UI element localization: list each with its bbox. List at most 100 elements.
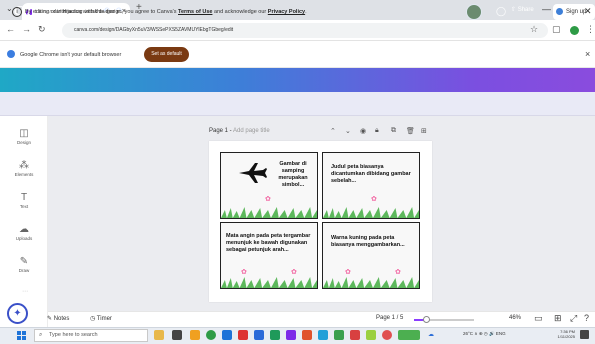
privacy-policy-link[interactable]: Privacy Policy: [268, 9, 305, 15]
flower-icon: ✿: [345, 269, 351, 276]
terms-notice-bar: [0, 92, 595, 116]
browser-menu-icon[interactable]: ⋮: [586, 24, 595, 35]
app-icon[interactable]: [350, 330, 360, 340]
sidebar-item-label: Text: [19, 204, 29, 209]
sidebar-item-design[interactable]: ◫ Design: [0, 128, 48, 145]
flashcard-2-text: Judul peta biasanya dicantumkan dibidang…: [331, 164, 411, 184]
timer-label: Timer: [96, 316, 112, 322]
minimize-icon[interactable]: —: [542, 4, 551, 14]
app-icon[interactable]: [366, 330, 376, 340]
elements-icon: ⁂: [19, 160, 29, 171]
flashcard-1-text: Gambar di samping merupakan simbol...: [278, 161, 308, 188]
page-indicator[interactable]: Page 1 / 5: [376, 315, 403, 321]
weather-icon[interactable]: ☁: [428, 331, 434, 338]
magic-icon: ✦: [13, 308, 22, 319]
terms-prefix: By editing or interacting with this desi…: [25, 9, 177, 15]
sidebar-item-text[interactable]: T Text: [0, 192, 48, 209]
notes-button[interactable]: ✎ Notes: [47, 315, 69, 322]
mail-icon[interactable]: [238, 330, 248, 340]
magic-help-button[interactable]: ✦: [7, 303, 28, 324]
flower-icon: ✿: [241, 269, 247, 276]
draw-icon: ✎: [19, 256, 29, 267]
excel-icon[interactable]: [270, 330, 280, 340]
comment-icon[interactable]: ◯: [496, 6, 506, 17]
flower-icon: ✿: [291, 269, 297, 276]
chrome-icon: [7, 50, 15, 58]
active-app-icon[interactable]: [398, 330, 420, 340]
page-title-placeholder: Add page title: [233, 128, 270, 134]
avatar[interactable]: [466, 4, 482, 20]
notes-label: Notes: [53, 316, 70, 322]
flashcard-1[interactable]: Gambar di samping merupakan simbol... ✿: [220, 152, 318, 219]
taskbar-search-placeholder: Type here to search: [49, 332, 98, 338]
flower-icon: ✿: [371, 196, 377, 203]
sidebar-item-uploads[interactable]: ☁ Uploads: [0, 224, 48, 241]
task-view-icon[interactable]: [172, 330, 182, 340]
terms-suffix: .: [305, 9, 307, 15]
grass-decoration-icon: [221, 207, 317, 218]
word-icon[interactable]: [254, 330, 264, 340]
set-as-default-button[interactable]: Set as default: [144, 47, 189, 62]
share-icon: ⇧: [511, 7, 518, 13]
search-icon: ⌕: [39, 332, 43, 338]
page-title[interactable]: Page 1 - Add page title: [209, 128, 270, 134]
flashcard-4[interactable]: Warna kuning pada peta biasanya menggamb…: [322, 222, 420, 289]
powerpoint-icon[interactable]: [302, 330, 312, 340]
windows-start-icon[interactable]: [17, 331, 26, 340]
bookmark-star-icon[interactable]: ☆: [530, 24, 538, 35]
duplicate-page-icon[interactable]: ⧉: [391, 127, 396, 135]
fullscreen-icon[interactable]: ⤢: [570, 313, 577, 324]
grass-decoration-icon: [323, 207, 419, 218]
reload-icon[interactable]: ↻: [38, 24, 46, 35]
hide-page-icon[interactable]: ◉: [360, 127, 366, 135]
taskbar-search-box[interactable]: ⌕ Type here to search: [34, 329, 148, 342]
screen: ⌄ Salinan dari Hijau dan kotak dengan e.…: [0, 0, 595, 344]
timer-icon: ◷: [90, 316, 97, 322]
explorer-icon[interactable]: [190, 330, 200, 340]
infobar-close-icon[interactable]: ×: [585, 49, 590, 59]
extensions-icon[interactable]: ▢: [552, 24, 561, 35]
sidebar-item-draw[interactable]: ✎ Draw: [0, 256, 48, 273]
spotify-icon[interactable]: [334, 330, 344, 340]
more-apps-icon[interactable]: ⋯: [22, 288, 28, 295]
terms-of-use-link[interactable]: Terms of Use: [178, 9, 212, 15]
taskbar-clock[interactable]: 7:36 PM 1/11/2025: [553, 329, 576, 339]
sidebar-item-label: Design: [16, 140, 31, 145]
chrome-taskbar-icon[interactable]: [206, 330, 216, 340]
flashcard-4-text: Warna kuning pada peta biasanya menggamb…: [331, 235, 405, 248]
pages-view-icon[interactable]: ▭: [534, 313, 543, 324]
canva-taskbar-icon[interactable]: [286, 330, 296, 340]
lock-page-icon[interactable]: 🔒︎: [375, 127, 379, 135]
delete-page-icon[interactable]: 🗑︎: [406, 127, 415, 135]
flashcard-3[interactable]: Mata angin pada peta tergambar menunjuk …: [220, 222, 318, 289]
profile-icon[interactable]: [570, 26, 579, 35]
sidebar-item-label: Elements: [14, 172, 34, 177]
zoom-level[interactable]: 46%: [509, 315, 521, 321]
edge-icon[interactable]: [222, 330, 232, 340]
terms-close-icon[interactable]: ✕: [584, 6, 592, 17]
info-icon: i: [12, 7, 22, 17]
page-title-prefix: Page 1 -: [209, 128, 232, 134]
terms-notice-text: By editing or interacting with this desi…: [25, 9, 307, 15]
address-bar[interactable]: canva.com/design/DAGbyXn5uV3/WSSePXS5ZAV…: [62, 23, 548, 38]
grid-view-icon[interactable]: ⊞: [554, 313, 562, 324]
back-icon[interactable]: ←: [6, 24, 15, 34]
collapse-page-icon[interactable]: ⌃: [330, 127, 336, 135]
flashcard-2[interactable]: Judul peta biasanya dicantumkan dibidang…: [322, 152, 420, 219]
notifications-icon[interactable]: [580, 330, 589, 339]
add-page-icon[interactable]: ⊞: [421, 127, 427, 135]
photos-icon[interactable]: [318, 330, 328, 340]
app-icon[interactable]: [382, 330, 392, 340]
zoom-slider-handle[interactable]: [423, 316, 430, 323]
cortana-icon[interactable]: [154, 330, 164, 340]
flashcard-3-text: Mata angin pada peta tergambar menunjuk …: [226, 233, 311, 253]
expand-page-icon[interactable]: ⌄: [345, 127, 351, 135]
timer-button[interactable]: ◷ Timer: [90, 315, 112, 322]
design-page[interactable]: Gambar di samping merupakan simbol... ✿ …: [209, 141, 432, 302]
system-tray[interactable]: 26°C ∧ ⊕ ◷ 🔊 ENG: [463, 331, 506, 337]
share-button[interactable]: ⇧ Share: [511, 6, 534, 13]
forward-icon[interactable]: →: [22, 24, 31, 34]
left-sidebar: [0, 116, 48, 327]
sidebar-item-elements[interactable]: ⁂ Elements: [0, 160, 48, 177]
help-icon[interactable]: ?: [584, 313, 589, 323]
